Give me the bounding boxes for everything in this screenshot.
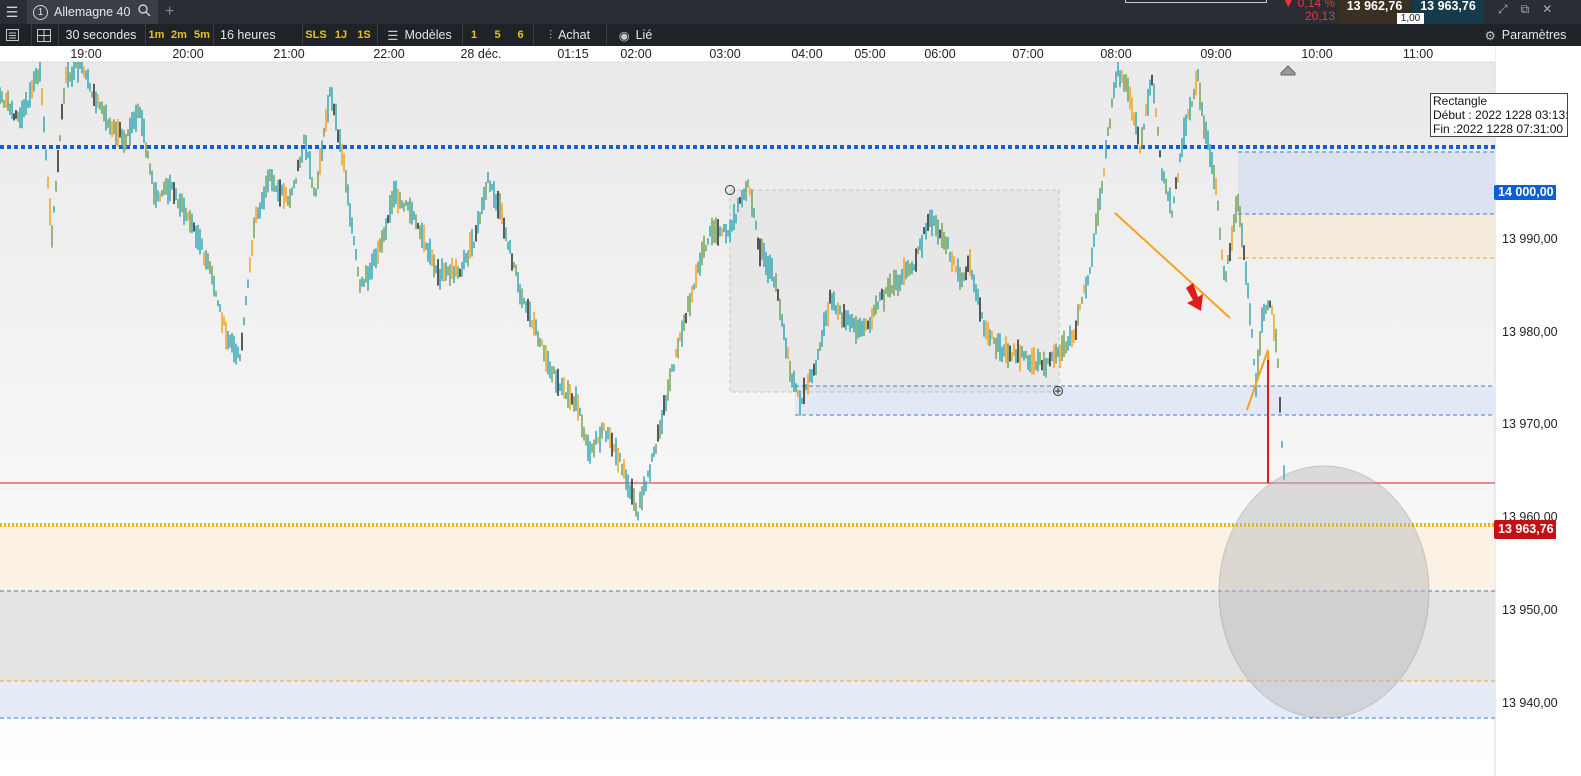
chart-icon: ⫶ <box>548 27 553 42</box>
tooltip-end: Fin :2022 1228 07:31:00 <box>1433 122 1564 136</box>
trading-window: ☰ 1 Allemagne 40 + ▼ 0,14 % 20,13 13 962… <box>0 0 1581 776</box>
interval-select[interactable]: 30 secondes <box>58 24 143 46</box>
time-tick-label: 08:00 <box>1100 47 1131 61</box>
buy-button[interactable]: ⫶ Achat <box>533 24 605 46</box>
search-icon[interactable] <box>138 4 151 20</box>
expand-icon[interactable]: ⤢ <box>1498 2 1508 17</box>
close-icon[interactable]: ✕ <box>1542 2 1552 17</box>
window-controls: ⤢ ⧉ ✕ <box>1498 2 1552 17</box>
interval-5m-button[interactable]: 5m <box>191 24 213 46</box>
current-price-tag: 13 963,76 <box>1494 520 1556 539</box>
template-slot-1[interactable]: 1 <box>462 24 485 46</box>
price-tick-label: 13 970,00 <box>1502 417 1558 431</box>
time-tick-label: 20:00 <box>172 47 203 61</box>
time-tick-label: 19:00 <box>70 47 101 61</box>
buy-label: Achat <box>558 28 591 42</box>
linked-label: Lié <box>635 28 653 42</box>
price-chart[interactable]: 19:00 20:00 21:00 22:00 28 déc. 01:15 02:00 03:… <box>0 46 1581 776</box>
time-tick-label: 09:00 <box>1200 47 1231 61</box>
instrument-name: Allemagne 40 <box>54 5 131 19</box>
time-tick-label: 06:00 <box>924 47 955 61</box>
time-tick-label: 07:00 <box>1012 47 1043 61</box>
price-tick-label: 13 990,00 <box>1502 232 1558 246</box>
title-bar: ☰ 1 Allemagne 40 + ▼ 0,14 % 20,13 13 962… <box>0 0 1581 25</box>
time-tick-label: 10:00 <box>1301 47 1332 61</box>
layout-icon[interactable] <box>31 24 56 46</box>
settings-label: Paramètres <box>1501 28 1567 42</box>
highlight-ellipse <box>1218 465 1430 719</box>
zone-peach-top <box>1238 214 1495 258</box>
price-tick-label: 13 940,00 <box>1502 696 1558 710</box>
tooltip-start: Début : 2022 1228 03:13: <box>1433 108 1568 122</box>
time-tick-label: 21:00 <box>273 47 304 61</box>
list-icon[interactable] <box>0 24 24 46</box>
zone-blue-top <box>1238 152 1495 214</box>
chart-canvas[interactable]: 19:00 20:00 21:00 22:00 28 déc. 01:15 02:00 03:… <box>0 46 1581 776</box>
templates-button[interactable]: ☰ Modèles <box>377 24 461 46</box>
axis-background <box>1495 46 1581 776</box>
detach-icon[interactable]: ⧉ <box>1521 2 1530 17</box>
drawing-tooltip: Rectangle Début : 2022 1228 03:13: Fin :… <box>1430 93 1568 137</box>
time-tick-label: 01:15 <box>557 47 588 61</box>
sliders-icon: ☰ <box>387 28 399 43</box>
interval-1m-button[interactable]: 1m <box>145 24 167 46</box>
1s-button[interactable]: 1S <box>353 24 375 46</box>
1j-button[interactable]: 1J <box>330 24 352 46</box>
price-tick-label: 13 950,00 <box>1502 603 1558 617</box>
interval-2m-button[interactable]: 2m <box>168 24 190 46</box>
time-tick-label: 28 déc. <box>460 47 501 61</box>
time-tick-label: 03:00 <box>709 47 740 61</box>
chart-toolbar: 30 secondes 1m 2m 5m 16 heures SLS 1J 1S… <box>0 24 1581 46</box>
time-axis-background <box>0 46 1495 62</box>
sls-button[interactable]: SLS <box>302 24 329 46</box>
time-tick-label: 22:00 <box>373 47 404 61</box>
change-points: 20,13 <box>1304 9 1335 23</box>
price-tick-label: 13 980,00 <box>1502 325 1558 339</box>
order-box[interactable] <box>1125 0 1267 3</box>
time-tick-label: 02:00 <box>620 47 651 61</box>
add-tab-icon[interactable]: + <box>165 3 174 21</box>
template-slot-5[interactable]: 5 <box>486 24 509 46</box>
span-select[interactable]: 16 heures <box>213 24 301 46</box>
tab-number-badge: 1 <box>33 4 48 20</box>
price-change: ▼ 0,14 % 20,13 <box>1280 0 1335 23</box>
gear-icon: ⚙ <box>1484 28 1496 43</box>
time-tick-label: 04:00 <box>791 47 822 61</box>
time-tick-label: 05:00 <box>854 47 885 61</box>
level-price-tag[interactable]: 14 000,00 <box>1494 185 1556 200</box>
tooltip-title: Rectangle <box>1433 94 1488 108</box>
settings-button[interactable]: ⚙ Paramètres <box>1470 24 1581 46</box>
instrument-tab[interactable]: 1 Allemagne 40 <box>27 0 158 24</box>
menu-icon[interactable]: ☰ <box>0 0 24 24</box>
templates-label: Modèles <box>404 28 452 42</box>
template-slot-6[interactable]: 6 <box>509 24 532 46</box>
eye-icon: ◉ <box>618 28 630 43</box>
time-tick-label: 11:00 <box>1403 47 1433 61</box>
linked-button[interactable]: ◉ Lié <box>606 24 664 46</box>
